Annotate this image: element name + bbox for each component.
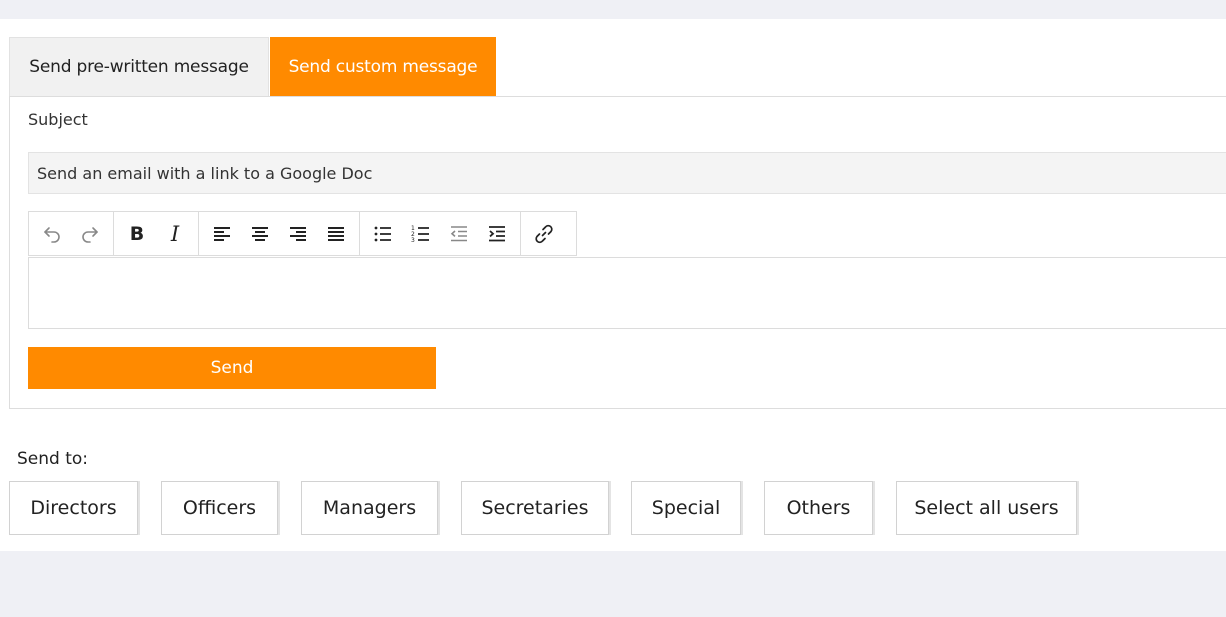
align-justify-icon bbox=[326, 224, 346, 244]
align-center-button[interactable] bbox=[241, 217, 279, 251]
tab-send-prewritten-message[interactable]: Send pre-written message bbox=[9, 37, 269, 96]
group-button-managers[interactable]: Managers bbox=[301, 481, 438, 535]
outdent-icon bbox=[449, 224, 469, 244]
redo-icon bbox=[80, 224, 100, 244]
undo-button[interactable] bbox=[33, 217, 71, 251]
message-card: Send pre-written message Send custom mes… bbox=[0, 19, 1226, 551]
align-justify-button[interactable] bbox=[317, 217, 355, 251]
group-button-secretaries[interactable]: Secretaries bbox=[461, 481, 609, 535]
group-button-directors[interactable]: Directors bbox=[9, 481, 138, 535]
outdent-button[interactable] bbox=[440, 217, 478, 251]
indent-icon bbox=[487, 224, 507, 244]
select-all-users-button[interactable]: Select all users bbox=[896, 481, 1077, 535]
message-panel: Send pre-written message Send custom mes… bbox=[9, 37, 1226, 409]
subject-input[interactable] bbox=[28, 152, 1226, 194]
link-icon bbox=[533, 223, 555, 245]
numbered-list-button[interactable]: 123 bbox=[402, 217, 440, 251]
subject-label: Subject bbox=[28, 110, 88, 129]
svg-text:3: 3 bbox=[411, 237, 415, 244]
indent-button[interactable] bbox=[478, 217, 516, 251]
align-center-icon bbox=[250, 224, 270, 244]
format-group: B I bbox=[114, 212, 199, 255]
group-button-officers[interactable]: Officers bbox=[161, 481, 278, 535]
insert-link-button[interactable] bbox=[525, 217, 563, 251]
tab-send-custom-message[interactable]: Send custom message bbox=[270, 37, 496, 96]
align-right-icon bbox=[288, 224, 308, 244]
redo-button[interactable] bbox=[71, 217, 109, 251]
send-button[interactable]: Send bbox=[28, 347, 436, 389]
message-body-editor[interactable] bbox=[28, 257, 1226, 329]
history-group bbox=[29, 212, 114, 255]
undo-icon bbox=[42, 224, 62, 244]
link-group bbox=[521, 212, 567, 255]
align-group bbox=[199, 212, 360, 255]
list-group: 123 bbox=[360, 212, 521, 255]
numbered-list-icon: 123 bbox=[411, 224, 431, 244]
group-button-special[interactable]: Special bbox=[631, 481, 741, 535]
custom-message-form: Subject B bbox=[9, 96, 1226, 409]
align-right-button[interactable] bbox=[279, 217, 317, 251]
bold-button[interactable]: B bbox=[118, 217, 156, 251]
italic-icon: I bbox=[170, 221, 180, 246]
group-button-others[interactable]: Others bbox=[764, 481, 873, 535]
send-to-label: Send to: bbox=[17, 449, 89, 469]
bold-icon: B bbox=[129, 222, 145, 245]
bullet-list-button[interactable] bbox=[364, 217, 402, 251]
bullet-list-icon bbox=[373, 224, 393, 244]
italic-button[interactable]: I bbox=[156, 217, 194, 251]
align-left-icon bbox=[212, 224, 232, 244]
align-left-button[interactable] bbox=[203, 217, 241, 251]
editor-toolbar: B I 1 2 3 bbox=[28, 211, 577, 256]
